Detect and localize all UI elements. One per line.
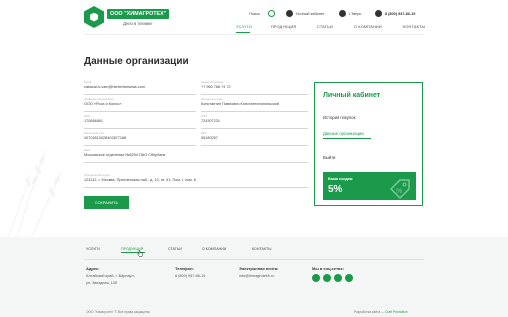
user-icon (286, 10, 293, 17)
field-value: 724307231 (201, 119, 221, 123)
field-value: Московское отделение №8294 ПАО Сбербанк (84, 153, 166, 157)
nav-active-indicator (236, 32, 250, 33)
site-footer: УСЛУГИ ПРОДУКЦИЯ СТАТЬИ О КОМПАНИИ КОНТА… (0, 237, 508, 317)
discount-badge: Ваша скидка: 5% % (323, 172, 416, 200)
header-phone-number: 8 (800) 947-86-19 (385, 11, 416, 16)
field-label: ИНН (84, 114, 91, 118)
footer-nav-contacts[interactable]: КОНТАКТЫ (252, 247, 271, 251)
footer-social-title: Мы в соц.сетях: (312, 266, 344, 271)
account-field[interactable]: Расчетный счет 40702810028402877168 (84, 130, 196, 146)
field-label: Контактное лицо (201, 97, 223, 101)
company-logo[interactable]: ООО "ХИМАГРОТЕХ" Дело в технике (84, 6, 170, 28)
search-link[interactable]: Поиск (249, 9, 275, 18)
field-label: Юридический адрес (84, 173, 111, 177)
odnoklassniki-icon[interactable] (312, 274, 320, 282)
developer-prefix: Разработка сайта — (354, 310, 385, 314)
header-phone[interactable]: 8 (800) 947-86-19 (375, 9, 415, 18)
legal-address-field[interactable]: Юридический адрес 123112, г. Москва, Пре… (84, 172, 308, 188)
organization-name-field[interactable]: Название организации ООО «Роса и Колос» (84, 96, 196, 112)
logo-slogan: Дело в технике (123, 20, 153, 26)
footer-address-line2: ул. Звездная, 13б (86, 281, 118, 285)
cabinet-link[interactable]: Личный кабинет (286, 9, 325, 18)
contact-person-field[interactable]: Контактное лицо Константин Павлович Конс… (201, 96, 308, 112)
city-label: г.Тверь (349, 11, 362, 16)
instagram-icon[interactable] (323, 274, 331, 282)
account-card: Личный кабинет История покупок Данные ор… (314, 82, 423, 206)
bik-field[interactable]: БИК 55180257 (201, 130, 308, 146)
nav-services[interactable]: УСЛУГИ (236, 25, 252, 29)
logo-hexagon-icon (84, 6, 104, 28)
page-title: Данные организации (84, 56, 189, 67)
discount-value: 5% (328, 184, 343, 195)
header-divider (84, 34, 424, 35)
field-label: Расчетный счет (84, 131, 105, 135)
footer-email-title: Электронная почта: (239, 266, 279, 271)
save-button[interactable]: СОХРАНИТЬ (84, 196, 129, 209)
field-value: Константин Павлович Константинопольский (201, 102, 279, 106)
field-value: ООО «Роса и Колос» (84, 102, 122, 106)
city-selector[interactable]: г.Тверь (339, 9, 361, 18)
cabinet-label: Личный кабинет (296, 11, 325, 16)
location-icon (339, 10, 346, 17)
footer-nav-services[interactable]: УСЛУГИ (86, 247, 100, 251)
field-label: Банк (84, 148, 91, 152)
card-title: Личный кабинет (323, 92, 381, 99)
nav-products[interactable]: ПРОДУКЦИЯ (271, 25, 296, 29)
phone-icon (375, 10, 382, 17)
bank-field[interactable]: Банк Московское отделение №8294 ПАО Сбер… (84, 147, 308, 163)
field-value: zakazal-k-vam@himtehtorswas.com (84, 85, 146, 89)
footer-address-title: Адрес: (86, 266, 100, 271)
vk-icon[interactable] (345, 274, 353, 282)
field-value: +7 960 766 74 72 (201, 85, 231, 89)
field-label: Номер телефона (201, 80, 224, 84)
discount-label: Ваша скидка: (328, 177, 354, 181)
search-label: Поиск (249, 11, 260, 16)
footer-phone[interactable]: 8 (800) 947-86-19 (175, 274, 205, 278)
search-icon (267, 10, 275, 17)
inn-field[interactable]: ИНН 170684861 (84, 113, 196, 129)
card-link-purchase-history[interactable]: История покупок (323, 115, 355, 120)
nav-articles[interactable]: СТАТЬИ (317, 25, 333, 29)
logo-badge: ООО "ХИМАГРОТЕХ" (107, 8, 170, 19)
footer-phone-title: Телефон: (175, 266, 194, 271)
field-value: 55180257 (201, 136, 218, 140)
field-value: 170684861 (84, 119, 104, 123)
footer-nav-about[interactable]: О КОМПАНИИ (202, 247, 226, 251)
site-header: ООО "ХИМАГРОТЕХ" Дело в технике Поиск Ли… (0, 0, 508, 40)
footer-nav-articles[interactable]: СТАТЬИ (168, 247, 182, 251)
svg-text:%: % (396, 188, 402, 195)
kpp-field[interactable]: КПП 724307231 (201, 113, 308, 129)
nav-contacts[interactable]: КОНТАКТЫ (403, 25, 425, 29)
active-link-underline (323, 138, 371, 139)
discount-percent-icon: % (390, 179, 410, 199)
field-value: 40702810028402877168 (84, 136, 127, 140)
card-link-logout[interactable]: Выйти (323, 155, 335, 160)
footer-address-line1: Алтайский край, г. Барнаул, (86, 274, 135, 278)
cursor-hand-icon (137, 250, 143, 257)
field-label: БИК (201, 131, 207, 135)
field-value: 123112, г. Москва, Пресненская наб., д. … (84, 178, 196, 182)
footer-email[interactable]: info@himagrotekh.ru (239, 274, 274, 278)
field-label: Название организации (84, 97, 114, 101)
developer-credit[interactable]: Разработка сайта — Craft Promotion (354, 310, 408, 314)
phone-field[interactable]: Номер телефона +7 960 766 74 72 (201, 79, 308, 95)
field-label: КПП (201, 114, 207, 118)
email-field[interactable]: Email zakazal-k-vam@himtehtorswas.com (84, 79, 196, 95)
footer-divider (84, 259, 424, 260)
field-label: Email (84, 80, 91, 84)
copyright: ООО "Химагротех" © Все права защищены (86, 310, 150, 314)
nav-about[interactable]: О КОМПАНИИ (354, 25, 382, 29)
card-link-organization-data[interactable]: Данные организации (323, 131, 364, 136)
developer-name: Craft Promotion (385, 310, 408, 314)
facebook-icon[interactable] (334, 274, 342, 282)
